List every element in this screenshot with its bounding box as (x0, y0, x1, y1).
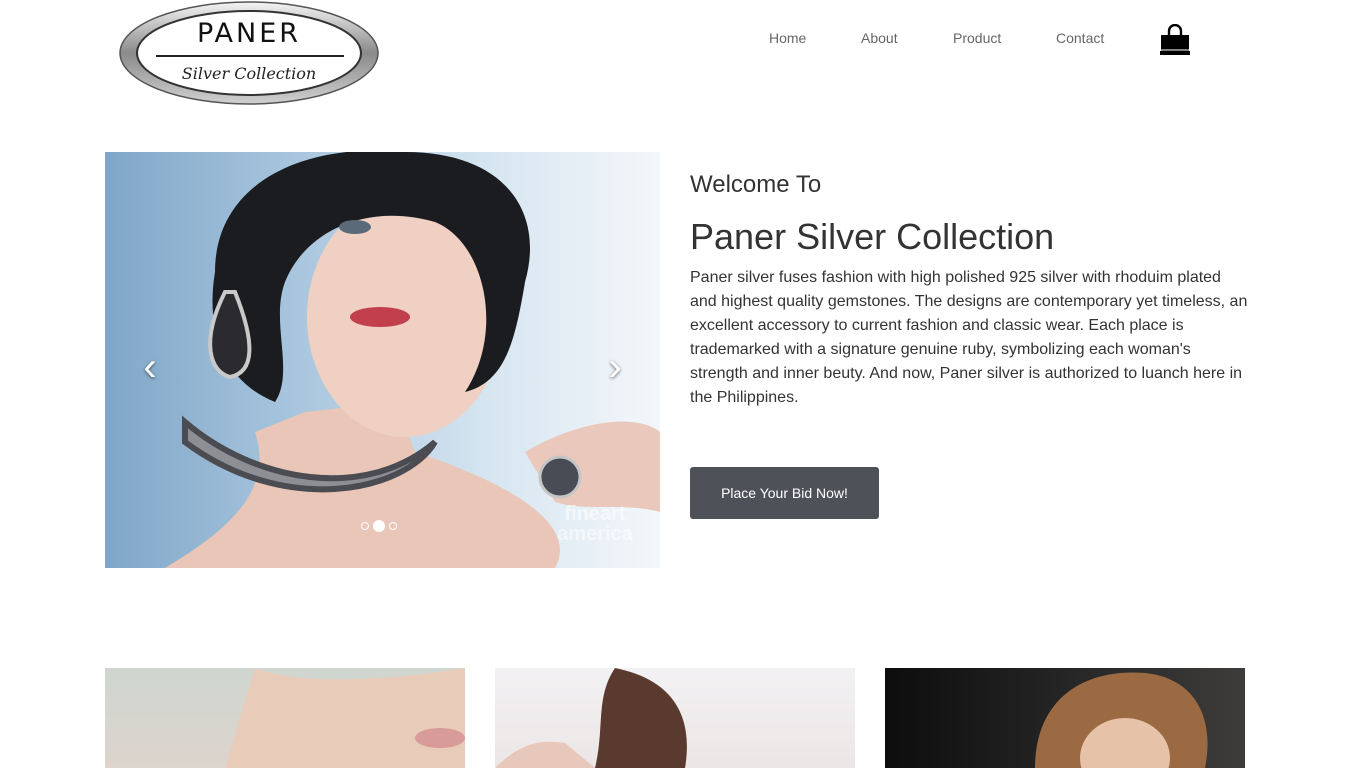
nav-link-about[interactable]: About (861, 30, 898, 46)
nav-link-product[interactable]: Product (953, 30, 1001, 46)
product-photo-3 (1035, 672, 1208, 768)
product-photo-1 (225, 668, 465, 768)
hero-carousel[interactable]: fineart america ‹ › (105, 152, 660, 568)
indicator-dot-3[interactable] (389, 522, 397, 530)
indicator-dot-2[interactable] (373, 520, 385, 532)
brand-logo[interactable]: PANER Silver Collection (118, 0, 380, 106)
product-card-3[interactable] (885, 668, 1245, 768)
intro-description: Paner silver fuses fashion with high pol… (690, 269, 1248, 406)
indicator-dot-1[interactable] (361, 522, 369, 530)
product-photo-2 (495, 668, 687, 768)
product-card-1[interactable] (105, 668, 465, 768)
logo-ellipse (119, 1, 379, 105)
place-bid-button[interactable]: Place Your Bid Now! (690, 467, 879, 519)
logo-title: PANER (196, 18, 302, 49)
watermark-text: fineart america (557, 503, 633, 545)
carousel-indicators (361, 520, 397, 532)
chevron-left-icon[interactable]: ‹ (135, 347, 165, 387)
shopping-bag-icon[interactable] (1158, 23, 1192, 58)
welcome-text: Welcome To (690, 171, 822, 198)
nav-link-contact[interactable]: Contact (1056, 30, 1104, 46)
product-card-2[interactable] (495, 668, 855, 768)
nav-link-home[interactable]: Home (769, 30, 806, 46)
logo-subtitle: Silver Collection (181, 64, 317, 83)
chevron-right-icon[interactable]: › (600, 347, 630, 387)
page-title: Paner Silver Collection (690, 216, 1055, 257)
